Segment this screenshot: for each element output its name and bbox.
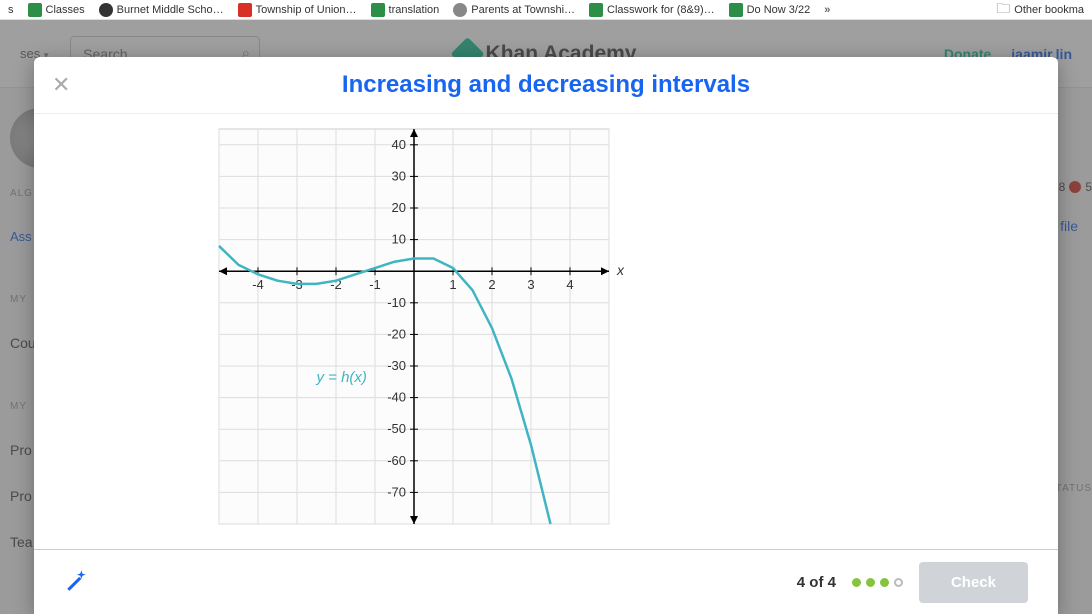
progress-dot <box>852 578 861 587</box>
svg-text:-50: -50 <box>387 421 406 436</box>
svg-text:-60: -60 <box>387 453 406 468</box>
overflow-chevron-icon[interactable]: » <box>824 4 830 16</box>
bookmark-item[interactable]: Burnet Middle Scho… <box>95 1 228 19</box>
bookmark-item[interactable]: Parents at Townshi… <box>449 1 579 19</box>
function-graph: -4-3-2-1123440302010-10-20-30-40-50-60-7… <box>214 124 624 539</box>
classroom-icon <box>729 3 743 17</box>
svg-text:y = h(x): y = h(x) <box>316 369 367 386</box>
progress-dots <box>852 578 903 587</box>
gmail-icon <box>238 3 252 17</box>
classroom-icon <box>589 3 603 17</box>
svg-text:30: 30 <box>392 168 406 183</box>
svg-text:2: 2 <box>488 277 495 292</box>
bookmark-item[interactable]: Township of Union… <box>234 1 361 19</box>
folder-icon: 🗀 <box>996 0 1010 22</box>
svg-text:4: 4 <box>566 277 573 292</box>
svg-text:10: 10 <box>392 232 406 247</box>
modal-body: -4-3-2-1123440302010-10-20-30-40-50-60-7… <box>34 113 1058 550</box>
wand-icon[interactable] <box>64 566 90 599</box>
progress-dot <box>880 578 889 587</box>
bookmark-item[interactable]: s <box>4 2 18 18</box>
svg-text:-1: -1 <box>369 277 381 292</box>
svg-text:1: 1 <box>449 277 456 292</box>
bookmark-item[interactable]: Classes <box>24 1 89 19</box>
svg-text:-40: -40 <box>387 390 406 405</box>
svg-text:40: 40 <box>392 137 406 152</box>
progress-dot-empty <box>894 578 903 587</box>
classroom-icon <box>28 3 42 17</box>
svg-text:3: 3 <box>527 277 534 292</box>
svg-text:-70: -70 <box>387 484 406 499</box>
svg-text:x: x <box>616 262 624 278</box>
svg-text:20: 20 <box>392 200 406 215</box>
close-icon[interactable]: ✕ <box>52 75 72 95</box>
bookmarks-bar: s Classes Burnet Middle Scho… Township o… <box>0 0 1092 20</box>
check-button[interactable]: Check <box>919 562 1028 603</box>
globe-icon <box>453 3 467 17</box>
svg-text:-10: -10 <box>387 295 406 310</box>
modal-title: Increasing and decreasing intervals <box>342 71 750 99</box>
progress-text: 4 of 4 <box>797 574 836 591</box>
modal-footer: 4 of 4 Check <box>34 550 1058 614</box>
progress-dot <box>866 578 875 587</box>
svg-text:-30: -30 <box>387 358 406 373</box>
bookmark-item[interactable]: Do Now 3/22 <box>725 1 815 19</box>
modal-header: ✕ Increasing and decreasing intervals <box>34 57 1058 113</box>
svg-text:-20: -20 <box>387 326 406 341</box>
bookmark-item[interactable]: translation <box>367 1 444 19</box>
classroom-icon <box>371 3 385 17</box>
exercise-modal: ✕ Increasing and decreasing intervals -4… <box>34 57 1058 614</box>
bookmark-item[interactable]: Classwork for (8&9)… <box>585 1 719 19</box>
site-icon <box>99 3 113 17</box>
svg-text:-4: -4 <box>252 277 264 292</box>
